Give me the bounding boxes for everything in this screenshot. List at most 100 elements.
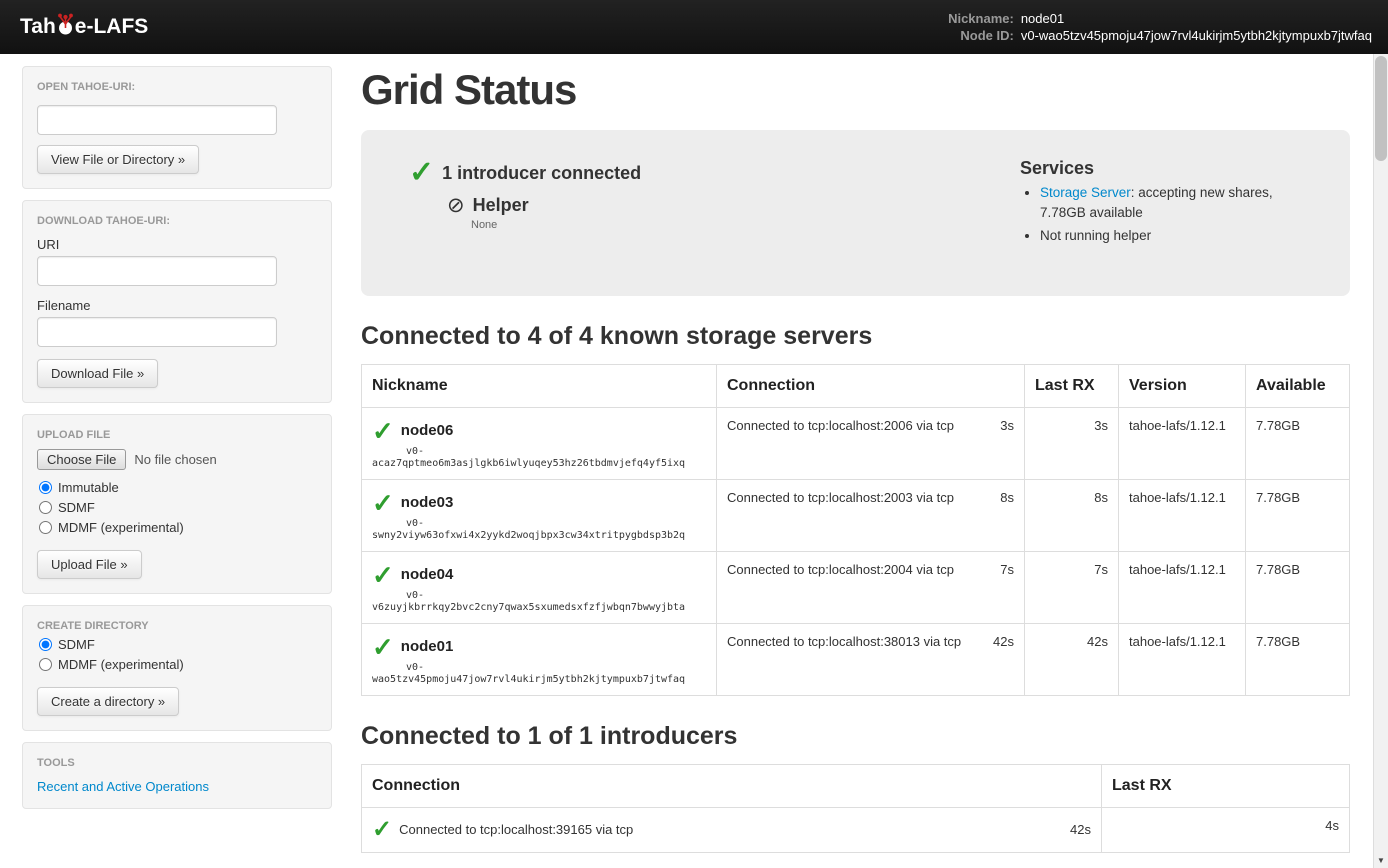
helper-service-text: Not running helper	[1040, 228, 1151, 243]
connection-text: Connected to tcp:localhost:2006 via tcp	[727, 418, 954, 433]
introducer-status-text: 1 introducer connected	[442, 163, 641, 184]
radio-mdmf-dir[interactable]: MDMF (experimental)	[37, 657, 317, 672]
last-rx-cell: 8s	[1025, 479, 1119, 551]
check-icon: ✓	[372, 818, 392, 842]
connection-cell: Connected to tcp:localhost:38013 via tcp…	[717, 623, 1025, 695]
panel-open-uri: OPEN TAHOE-URI: View File or Directory »	[22, 66, 332, 189]
radio-sdmf-dir[interactable]: SDMF	[37, 637, 317, 652]
connection-cell: Connected to tcp:localhost:2004 via tcp …	[717, 551, 1025, 623]
scrollbar-down-button[interactable]: ▼	[1374, 852, 1388, 868]
file-input[interactable]: Choose File No file chosen	[37, 449, 317, 470]
radio-mdmf-upload[interactable]: MDMF (experimental)	[37, 520, 317, 535]
download-file-button[interactable]: Download File »	[37, 359, 158, 388]
download-uri-label: DOWNLOAD TAHOE-URI:	[37, 215, 317, 227]
services-title: Services	[1020, 158, 1320, 179]
tools-label: TOOLS	[37, 757, 317, 769]
connection-age: 42s	[983, 634, 1014, 649]
table-row: ✓ Connected to tcp:localhost:39165 via t…	[362, 807, 1350, 852]
version-cell: tahoe-lafs/1.12.1	[1119, 407, 1246, 479]
server-id-hash: wao5tzv45pmoju47jow7rvl4ukirjm5ytbh2kjty…	[372, 674, 706, 685]
choose-file-button[interactable]: Choose File	[37, 449, 126, 470]
helper-title: Helper	[473, 195, 529, 216]
connection-cell: Connected to tcp:localhost:2006 via tcp …	[717, 407, 1025, 479]
open-uri-label: OPEN TAHOE-URI:	[37, 81, 317, 93]
last-rx-cell: 3s	[1025, 407, 1119, 479]
upload-file-label: UPLOAD FILE	[37, 429, 317, 441]
col-available: Available	[1246, 364, 1350, 407]
app-logo[interactable]: Tah e-LAFS	[20, 15, 148, 39]
nickname-cell: ✓ node06 v0- acaz7qptmeo6m3asjlgkb6iwlyu…	[362, 407, 717, 479]
service-item-storage: Storage Server: accepting new shares, 7.…	[1040, 183, 1320, 224]
available-cell: 7.78GB	[1246, 407, 1350, 479]
radio-sdmf-dir-input[interactable]	[39, 638, 52, 651]
connection-age: 3s	[990, 418, 1014, 433]
radio-mdmf-upload-label: MDMF (experimental)	[58, 520, 184, 535]
version-cell: tahoe-lafs/1.12.1	[1119, 479, 1246, 551]
create-directory-button[interactable]: Create a directory »	[37, 687, 179, 716]
radio-sdmf-upload-input[interactable]	[39, 501, 52, 514]
panel-download-uri: DOWNLOAD TAHOE-URI: URI Filename Downloa…	[22, 200, 332, 403]
connection-text: Connected to tcp:localhost:2004 via tcp	[727, 562, 954, 577]
table-row: ✓ node04 v0- v6zuyjkbrrkqy2bvc2cny7qwax5…	[362, 551, 1350, 623]
storage-servers-title: Connected to 4 of 4 known storage server…	[361, 322, 1350, 351]
col-last-rx: Last RX	[1025, 364, 1119, 407]
brand-text-pre: Tah	[20, 15, 56, 39]
storage-server-link[interactable]: Storage Server	[1040, 185, 1131, 200]
introducers-title: Connected to 1 of 1 introducers	[361, 722, 1350, 751]
check-icon: ✓	[372, 490, 394, 516]
download-uri-input[interactable]	[37, 256, 277, 286]
last-rx-cell: 42s	[1025, 623, 1119, 695]
server-nickname: node03	[401, 494, 454, 511]
scrollbar-thumb[interactable]	[1375, 56, 1387, 161]
connection-text: Connected to tcp:localhost:2003 via tcp	[727, 490, 954, 505]
check-icon: ✓	[372, 418, 394, 444]
radio-immutable-input[interactable]	[39, 481, 52, 494]
view-file-button[interactable]: View File or Directory »	[37, 145, 199, 174]
connection-cell: ✓ Connected to tcp:localhost:39165 via t…	[362, 807, 1102, 852]
nickname-cell: ✓ node04 v0- v6zuyjkbrrkqy2bvc2cny7qwax5…	[362, 551, 717, 623]
available-cell: 7.78GB	[1246, 479, 1350, 551]
recent-operations-link[interactable]: Recent and Active Operations	[37, 779, 209, 794]
create-directory-label: CREATE DIRECTORY	[37, 620, 317, 632]
node-id-value: v0-wao5tzv45pmoju47jow7rvl4ukirjm5ytbh2k…	[1021, 28, 1372, 43]
connection-age: 7s	[990, 562, 1014, 577]
introducers-table: Connection Last RX ✓ Connected to tcp:lo…	[361, 764, 1350, 853]
radio-immutable[interactable]: Immutable	[37, 480, 317, 495]
server-nickname: node04	[401, 566, 454, 583]
check-icon: ✓	[372, 562, 394, 588]
summary-left: ✓ 1 introducer connected ⊘ Helper None	[409, 158, 1020, 248]
tahoe-logo-icon	[57, 12, 74, 36]
radio-mdmf-dir-input[interactable]	[39, 658, 52, 671]
introducer-status: ✓ 1 introducer connected	[409, 158, 1020, 188]
radio-sdmf-upload-label: SDMF	[58, 500, 95, 515]
download-filename-input[interactable]	[37, 317, 277, 347]
service-item-helper: Not running helper	[1040, 226, 1320, 246]
available-cell: 7.78GB	[1246, 551, 1350, 623]
server-id-prefix: v0-	[406, 518, 706, 529]
file-status-text: No file chosen	[134, 452, 216, 467]
radio-mdmf-dir-label: MDMF (experimental)	[58, 657, 184, 672]
server-id-prefix: v0-	[406, 590, 706, 601]
table-header-row: Connection Last RX	[362, 764, 1350, 807]
open-uri-input[interactable]	[37, 105, 277, 135]
col-version: Version	[1119, 364, 1246, 407]
table-row: ✓ node01 v0- wao5tzv45pmoju47jow7rvl4uki…	[362, 623, 1350, 695]
server-id-hash: v6zuyjkbrrkqy2bvc2cny7qwax5sxumedsxfzfjw…	[372, 602, 706, 613]
brand-text-post: e-LAFS	[75, 15, 149, 39]
radio-sdmf-upload[interactable]: SDMF	[37, 500, 317, 515]
connection-cell: Connected to tcp:localhost:2003 via tcp …	[717, 479, 1025, 551]
introducer-last-rx-cell: 4s	[1102, 807, 1350, 852]
helper-value: None	[471, 219, 1020, 231]
status-summary: ✓ 1 introducer connected ⊘ Helper None S…	[361, 130, 1350, 296]
introducer-connection-text: Connected to tcp:localhost:39165 via tcp	[399, 822, 633, 837]
upload-file-button[interactable]: Upload File »	[37, 550, 142, 579]
version-cell: tahoe-lafs/1.12.1	[1119, 623, 1246, 695]
introducer-connection-age: 42s	[1060, 822, 1091, 837]
server-id-hash: swny2viyw63ofxwi4x2yykd2woqjbpx3cw34xtri…	[372, 530, 706, 541]
table-row: ✓ node03 v0- swny2viyw63ofxwi4x2yykd2woq…	[362, 479, 1350, 551]
scrollbar[interactable]: ▼	[1373, 54, 1388, 868]
radio-mdmf-upload-input[interactable]	[39, 521, 52, 534]
filename-field-label: Filename	[37, 298, 317, 313]
node-meta: Nickname: node01 Node ID: v0-wao5tzv45pm…	[948, 11, 1372, 43]
server-id-hash: acaz7qptmeo6m3asjlgkb6iwlyuqey53hz26tbdm…	[372, 458, 706, 469]
